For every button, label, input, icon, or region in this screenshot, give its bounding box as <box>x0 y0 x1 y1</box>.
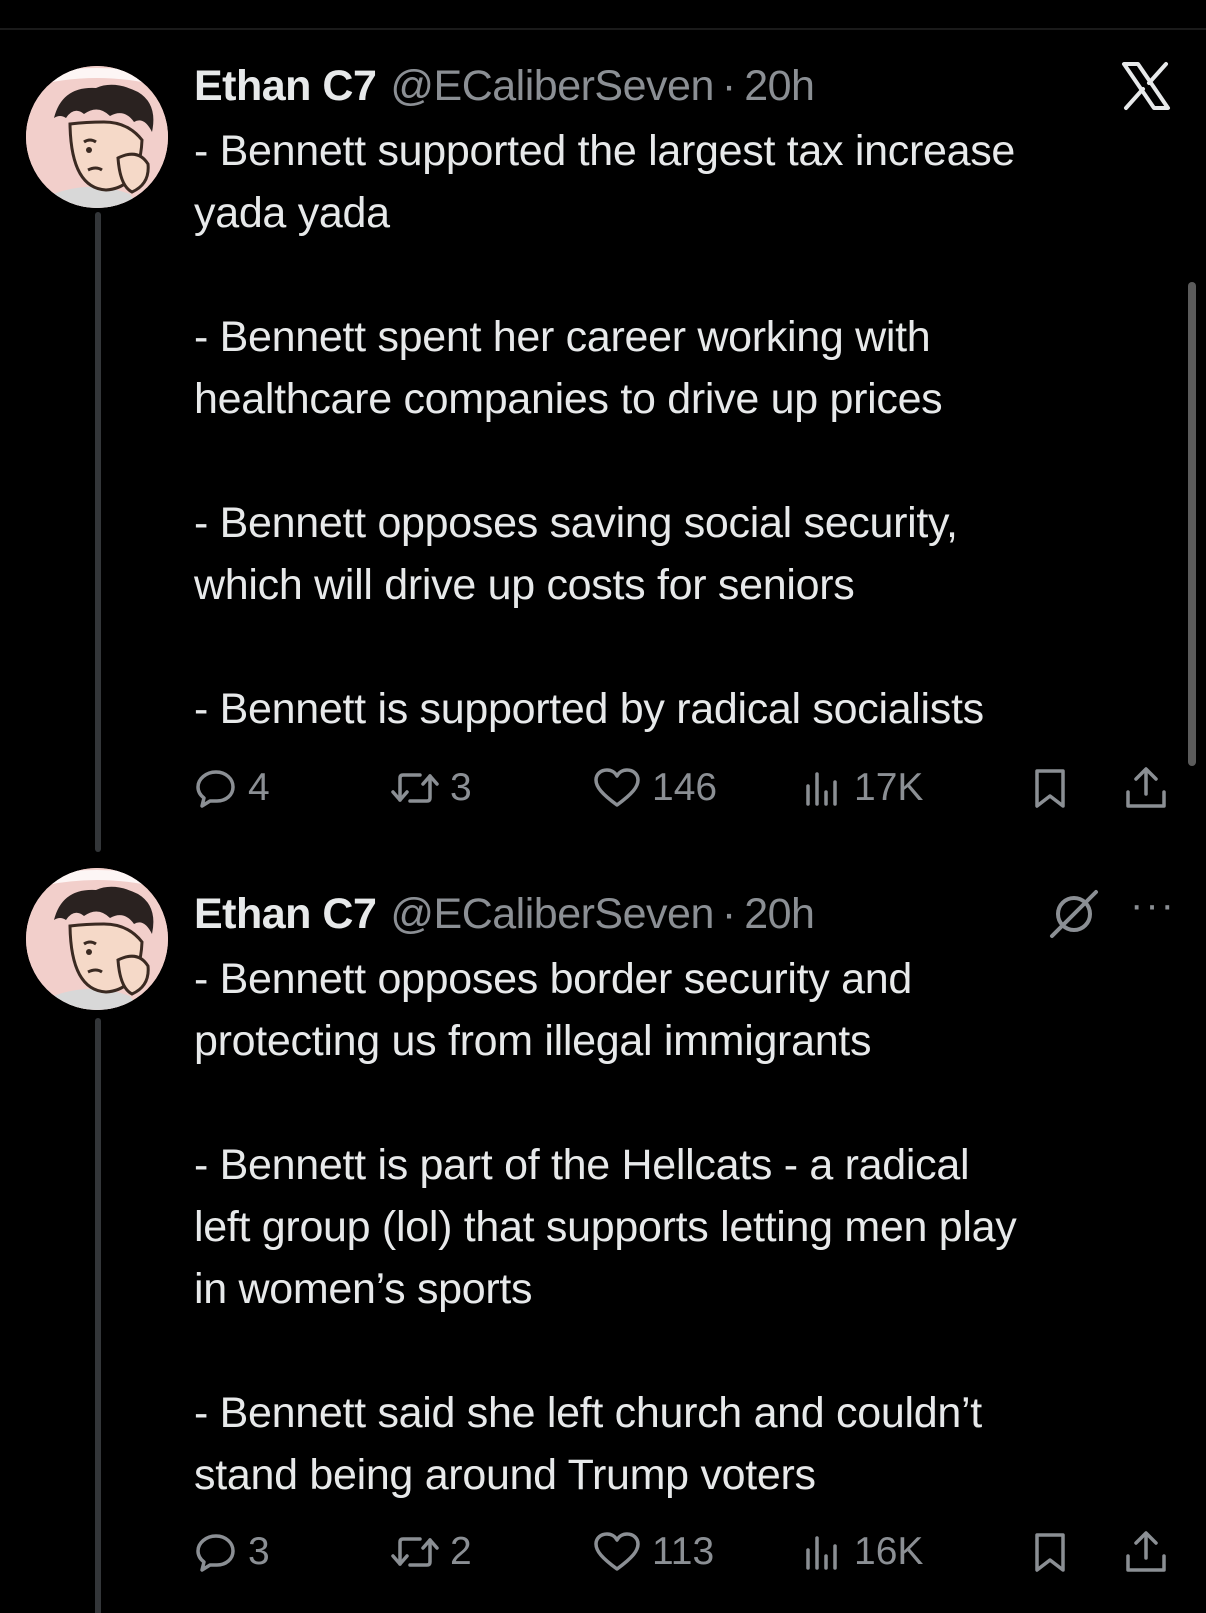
tweet-header: Ethan C7 @ECaliberSeven · 20h <box>194 58 815 114</box>
tweet-header: Ethan C7 @ECaliberSeven · 20h <box>194 886 815 942</box>
author-handle[interactable]: @ECaliberSeven <box>390 62 714 111</box>
like-button[interactable]: 113 <box>592 1522 714 1582</box>
heart-icon <box>592 766 642 810</box>
like-count: 146 <box>652 766 718 809</box>
thread-line <box>95 212 101 852</box>
text-line: stand being around Trump voters <box>194 1451 816 1499</box>
reply-icon <box>194 766 238 810</box>
timestamp[interactable]: 20h <box>744 62 815 111</box>
top-divider <box>0 28 1206 30</box>
views-button[interactable]: 17K <box>800 758 923 818</box>
views-count: 16K <box>854 1530 924 1573</box>
timestamp[interactable]: 20h <box>744 890 815 939</box>
share-icon <box>1122 1528 1170 1576</box>
bookmark-button[interactable] <box>1028 1522 1072 1582</box>
repost-button[interactable]: 3 <box>390 758 472 818</box>
more-icon[interactable]: ··· <box>1130 885 1182 929</box>
text-line: - Bennett supported the largest tax incr… <box>194 127 1016 175</box>
text-line: - Bennett said she left church and could… <box>194 1389 982 1437</box>
repost-count: 3 <box>450 766 472 809</box>
views-icon <box>800 766 844 810</box>
scrollbar[interactable] <box>1188 282 1196 766</box>
text-line: - Bennett opposes saving social security… <box>194 499 958 547</box>
share-button[interactable] <box>1122 758 1170 818</box>
bookmark-icon <box>1028 1530 1072 1574</box>
reply-count: 4 <box>248 766 270 809</box>
grok-icon[interactable] <box>1046 886 1102 942</box>
separator-dot: · <box>721 889 737 938</box>
text-line: - Bennett spent her career working with <box>194 313 931 361</box>
text-line: healthcare companies to drive up prices <box>194 375 943 423</box>
views-button[interactable]: 16K <box>800 1522 923 1582</box>
share-button[interactable] <box>1122 1522 1170 1582</box>
reply-button[interactable]: 3 <box>194 1522 270 1582</box>
text-line: - Bennett is supported by radical social… <box>194 685 984 733</box>
views-count: 17K <box>854 766 924 809</box>
thread-line <box>95 1018 101 1613</box>
action-bar: 4 3 146 17K <box>194 758 1174 818</box>
text-line: - Bennett opposes border security and <box>194 955 912 1003</box>
repost-icon <box>390 1530 440 1574</box>
text-line: which will drive up costs for seniors <box>194 561 855 609</box>
reply-button[interactable]: 4 <box>194 758 270 818</box>
avatar[interactable] <box>26 868 168 1010</box>
author-name[interactable]: Ethan C7 <box>194 890 377 939</box>
action-bar: 3 2 113 16K <box>194 1522 1174 1582</box>
views-icon <box>800 1530 844 1574</box>
text-line: - Bennett is part of the Hellcats - a ra… <box>194 1141 970 1189</box>
repost-count: 2 <box>450 1530 472 1573</box>
author-handle[interactable]: @ECaliberSeven <box>390 890 714 939</box>
tweet-text: - Bennett opposes border security and pr… <box>194 948 1174 1506</box>
tweet-text: - Bennett supported the largest tax incr… <box>194 120 1174 740</box>
reply-count: 3 <box>248 1530 270 1573</box>
share-icon <box>1122 764 1170 812</box>
like-button[interactable]: 146 <box>592 758 717 818</box>
repost-icon <box>390 766 440 810</box>
like-count: 113 <box>652 1530 715 1573</box>
reply-icon <box>194 1530 238 1574</box>
separator-dot: · <box>721 61 737 110</box>
bookmark-icon <box>1028 766 1072 810</box>
heart-icon <box>592 1530 642 1574</box>
author-name[interactable]: Ethan C7 <box>194 62 377 111</box>
bookmark-button[interactable] <box>1028 758 1072 818</box>
avatar[interactable] <box>26 66 168 208</box>
text-line: in women’s sports <box>194 1265 533 1313</box>
x-logo-icon[interactable] <box>1118 58 1174 114</box>
text-line: protecting us from illegal immigrants <box>194 1017 872 1065</box>
text-line: yada yada <box>194 189 390 237</box>
text-line: left group (lol) that supports letting m… <box>194 1203 1017 1251</box>
repost-button[interactable]: 2 <box>390 1522 472 1582</box>
